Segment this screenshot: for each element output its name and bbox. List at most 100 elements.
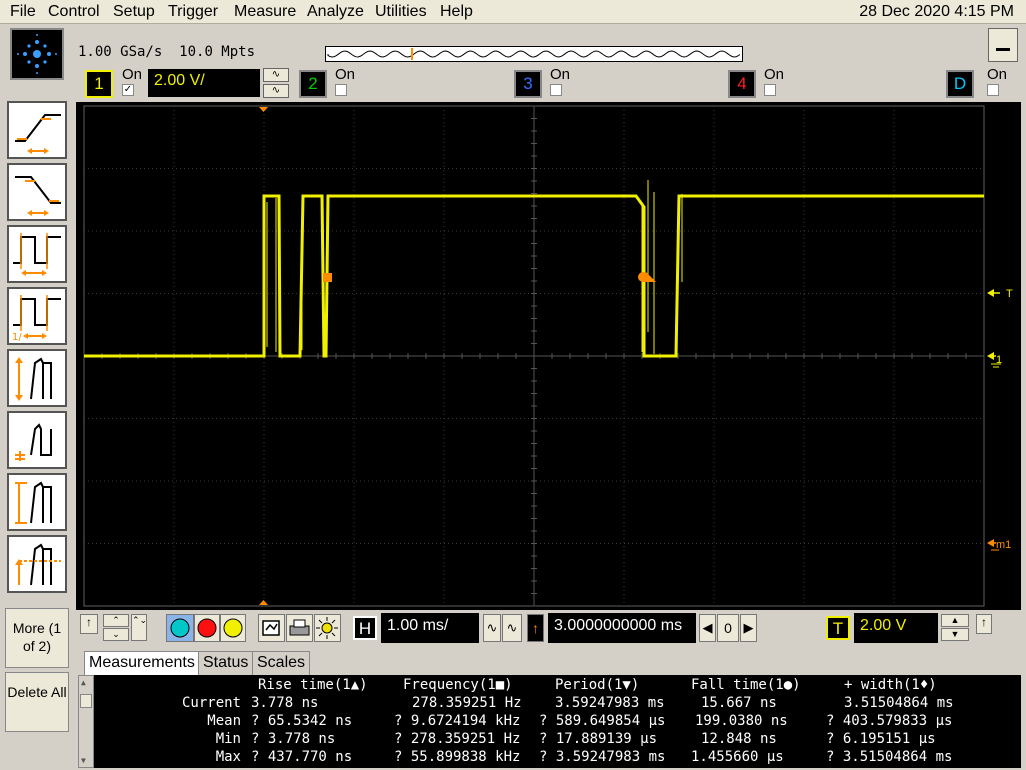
memory-depth: 10.0 Mpts xyxy=(179,44,256,60)
menu-help[interactable]: Help xyxy=(440,3,473,21)
delay-right-button[interactable]: ▶ xyxy=(740,614,757,642)
print-button[interactable] xyxy=(286,614,313,642)
menu-control[interactable]: Control xyxy=(48,3,100,21)
current-fall-time: 15.667 ns xyxy=(701,695,777,711)
cyan-dot-icon xyxy=(170,618,190,638)
fall-time-measure-button[interactable] xyxy=(7,163,67,221)
channel-4-button[interactable]: 4 xyxy=(728,70,756,98)
period-measure-button[interactable] xyxy=(7,225,67,283)
timebase-fine-button[interactable]: ∿ xyxy=(502,614,522,642)
trigger-level-label: T xyxy=(1006,288,1013,300)
trigger-level-marker: T xyxy=(987,288,1013,300)
zoom-up-button[interactable]: ⌃ xyxy=(103,614,129,627)
average-icon xyxy=(15,543,61,586)
channel-1-coupling-ac-button[interactable]: ∿ xyxy=(263,68,289,82)
minimize-icon xyxy=(996,48,1010,51)
menu-trigger[interactable]: Trigger xyxy=(168,3,218,21)
more-button[interactable]: More (1 of 2) xyxy=(5,608,69,668)
frequency-marker xyxy=(323,273,332,282)
brightness-button[interactable] xyxy=(314,614,341,642)
yellow-dot-icon xyxy=(223,618,243,638)
color-yellow-button[interactable] xyxy=(220,614,246,642)
channel-3-on-label: On xyxy=(550,66,571,83)
min-fall-time: 12.848 ns xyxy=(701,731,777,747)
mean-fall-time: 199.0380 ns xyxy=(695,713,788,729)
channel-1-button[interactable]: 1 xyxy=(85,70,113,98)
tab-measurements[interactable]: Measurements xyxy=(84,651,200,675)
menu-bar: File Control Setup Trigger Measure Analy… xyxy=(0,0,1026,24)
timebase-delay[interactable]: 3.0000000000 ms xyxy=(548,613,696,643)
header-plus-width: + width(1♦) xyxy=(844,677,937,693)
min-rise-time: ? 3.778 ns xyxy=(251,731,336,747)
tab-status[interactable]: Status xyxy=(198,651,254,675)
current-plus-width: 3.51504864 ms xyxy=(844,695,954,711)
channel-1-scale[interactable]: 2.00 V/ xyxy=(148,69,260,97)
color-cyan-button[interactable] xyxy=(166,614,194,642)
row-label-mean: Mean xyxy=(207,713,241,729)
row-label-min: Min xyxy=(215,731,241,747)
delay-left-button[interactable]: ◀ xyxy=(699,614,716,642)
trigger-menu-button[interactable]: ↑ xyxy=(976,614,992,634)
channel-4-on-checkbox[interactable] xyxy=(764,84,776,96)
math-ground-marker: m1 xyxy=(987,539,1011,551)
channel-3-button[interactable]: 3 xyxy=(514,70,542,98)
menu-setup[interactable]: Setup xyxy=(113,3,155,21)
channel-2-on-label: On xyxy=(335,66,356,83)
amplitude-measure-button[interactable] xyxy=(7,349,67,407)
digital-on-checkbox[interactable] xyxy=(987,84,999,96)
trigger-level-down-button[interactable]: ▼ xyxy=(941,628,969,641)
memory-overview-bar[interactable] xyxy=(325,46,743,62)
mean-rise-time: ? 65.5342 ns xyxy=(251,713,353,729)
menu-measure[interactable]: Measure xyxy=(234,3,296,21)
delay-digit[interactable]: 0 xyxy=(717,614,739,642)
header-period: Period(1▼) xyxy=(555,677,640,693)
overshoot-measure-button[interactable] xyxy=(7,473,67,531)
channel-1-on-checkbox[interactable]: ✓ xyxy=(122,84,134,96)
max-plus-width: ? 3.51504864 ms xyxy=(826,749,953,765)
channel-2-button[interactable]: 2 xyxy=(299,70,327,98)
trigger-level[interactable]: 2.00 V xyxy=(854,613,938,643)
frequency-icon: 1/ xyxy=(12,295,61,343)
row-label-max: Max xyxy=(215,749,241,765)
pan-button[interactable]: ↑ xyxy=(80,614,98,634)
max-fall-time: 1.455660 μs xyxy=(691,749,784,765)
acquisition-info: 1.00 GSa/s 10.0 Mpts xyxy=(78,44,255,60)
base-measure-button[interactable] xyxy=(7,411,67,469)
minimize-button[interactable] xyxy=(988,28,1018,62)
timebase-coarse-button[interactable]: ∿ xyxy=(483,614,501,642)
zoom-down-button[interactable]: ⌄ xyxy=(103,628,129,641)
period-icon xyxy=(13,233,61,276)
sun-icon xyxy=(316,617,338,639)
tab-scales[interactable]: Scales xyxy=(252,651,311,675)
max-frequency: ? 55.899838 kHz xyxy=(394,749,521,765)
timebase-scale[interactable]: 1.00 ms/ xyxy=(381,613,479,643)
delete-all-button[interactable]: Delete All xyxy=(5,672,69,732)
current-period: 3.59247983 ms xyxy=(555,695,665,711)
channel-3-on-checkbox[interactable] xyxy=(550,84,562,96)
average-measure-button[interactable] xyxy=(7,535,67,593)
color-red-button[interactable] xyxy=(194,614,220,642)
channel-1-coupling-dc-button[interactable]: ∿ xyxy=(263,84,289,98)
digital-channel-button[interactable]: D xyxy=(946,70,974,98)
math-ground-label: m1 xyxy=(996,539,1011,551)
svg-text:1/: 1/ xyxy=(12,332,22,343)
row-label-current: Current xyxy=(181,695,241,711)
zoom-toggle-button[interactable]: ⌃⌄ xyxy=(131,614,147,641)
menu-file[interactable]: File xyxy=(10,3,36,21)
menu-utilities[interactable]: Utilities xyxy=(375,3,427,21)
measurements-table: ▲ ▼ Rise time(1▲) Frequency(1■) Period(1… xyxy=(78,675,1021,768)
frequency-measure-button[interactable]: 1/ xyxy=(7,287,67,345)
autoscale-button[interactable] xyxy=(258,614,285,642)
mean-period: ? 589.649854 μs xyxy=(539,713,666,729)
channel-2-on-checkbox[interactable] xyxy=(335,84,347,96)
printer-icon xyxy=(289,619,310,636)
menu-analyze[interactable]: Analyze xyxy=(307,3,364,21)
rise-time-measure-button[interactable] xyxy=(7,101,67,159)
waveform-display[interactable]: T 1 m1 xyxy=(76,102,1021,610)
header-rise-time: Rise time(1▲) xyxy=(258,677,368,693)
logo-icon[interactable] xyxy=(10,28,64,80)
measurements-scrollbar[interactable]: ▲ ▼ xyxy=(78,675,94,768)
sample-rate: 1.00 GSa/s xyxy=(78,44,163,60)
trigger-level-up-button[interactable]: ▲ xyxy=(941,614,969,627)
red-dot-icon xyxy=(197,618,217,638)
